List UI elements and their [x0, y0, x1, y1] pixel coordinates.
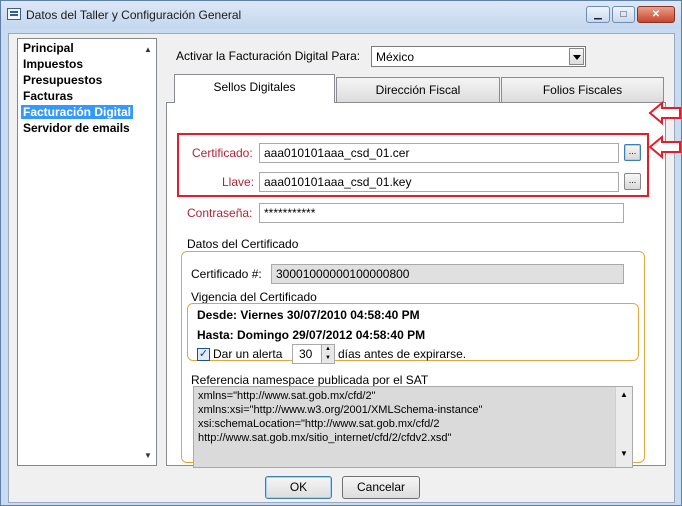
- namespace-textarea[interactable]: xmlns="http://www.sat.gob.mx/cfd/2" xmln…: [193, 386, 633, 468]
- sidebar-scroll-up-icon[interactable]: ▲: [144, 45, 152, 54]
- settings-panel: Activar la Facturación Digital Para: Méx…: [166, 38, 666, 468]
- validity-label: Vigencia del Certificado: [191, 290, 317, 304]
- alert-days-value: 30: [299, 347, 313, 361]
- namespace-line: xmlns="http://www.sat.gob.mx/cfd/2": [198, 390, 376, 402]
- certificate-field[interactable]: aaa010101aaa_csd_01.cer: [259, 143, 619, 163]
- arrow-left-icon: [648, 135, 681, 159]
- namespace-line: xmlns:xsi="http://www.w3.org/2001/XMLSch…: [198, 404, 483, 416]
- namespace-scrollbar[interactable]: ▲ ▼: [615, 387, 632, 467]
- dialog-window: Datos del Taller y Configuración General…: [0, 0, 682, 506]
- sidebar-list[interactable]: Principal Impuestos Presupuestos Factura…: [17, 38, 157, 466]
- key-field[interactable]: aaa010101aaa_csd_01.key: [259, 172, 619, 192]
- scroll-down-icon[interactable]: ▼: [616, 449, 632, 458]
- dialog-client-area: Principal Impuestos Presupuestos Factura…: [8, 33, 675, 503]
- sidebar-item-principal[interactable]: Principal: [21, 41, 76, 55]
- namespace-line: http://www.sat.gob.mx/sitio_internet/cfd…: [198, 432, 452, 444]
- alert-label: Dar un alerta: [213, 347, 283, 361]
- tab-direccion-fiscal[interactable]: Dirección Fiscal: [336, 77, 500, 102]
- maximize-button[interactable]: □: [612, 6, 635, 23]
- tab-sellos-digitales[interactable]: Sellos Digitales: [174, 74, 335, 103]
- sidebar-scroll-down-icon[interactable]: ▼: [144, 451, 152, 460]
- password-label: Contraseña:: [187, 206, 253, 220]
- certificate-label: Certificado:: [192, 146, 253, 160]
- cancel-button[interactable]: Cancelar: [342, 476, 420, 499]
- close-button[interactable]: ✕: [637, 6, 675, 23]
- password-field[interactable]: ***********: [259, 203, 624, 223]
- window-title: Datos del Taller y Configuración General: [26, 8, 242, 22]
- country-select-value: México: [376, 50, 415, 64]
- browse-key-button[interactable]: ...: [624, 173, 641, 190]
- ok-button[interactable]: OK: [265, 476, 332, 499]
- sidebar-item-impuestos[interactable]: Impuestos: [21, 57, 85, 71]
- chevron-down-icon[interactable]: [569, 48, 584, 65]
- alert-suffix: días antes de expirarse.: [338, 347, 467, 361]
- certificate-data-label: Datos del Certificado: [187, 237, 299, 251]
- minimize-button[interactable]: ▁: [586, 6, 610, 23]
- tab-page-sellos: Certificado: aaa010101aaa_csd_01.cer ...…: [166, 102, 666, 468]
- sidebar-item-facturas[interactable]: Facturas: [21, 89, 75, 103]
- tab-folios-fiscales[interactable]: Folios Fiscales: [501, 77, 664, 102]
- sidebar-item-servidor-emails[interactable]: Servidor de emails: [21, 121, 132, 135]
- browse-certificate-button[interactable]: ...: [624, 144, 641, 161]
- alert-days-stepper[interactable]: 30 ▲ ▼: [292, 344, 335, 364]
- key-label: Llave:: [222, 175, 255, 189]
- sidebar-item-facturacion-digital[interactable]: Facturación Digital: [21, 105, 134, 119]
- sidebar-item-presupuestos[interactable]: Presupuestos: [21, 73, 104, 87]
- certificate-number-label: Certificado #:: [191, 267, 262, 281]
- title-bar[interactable]: Datos del Taller y Configuración General…: [1, 1, 681, 29]
- stepper-arrows-icon[interactable]: ▲ ▼: [321, 345, 334, 363]
- scroll-up-icon[interactable]: ▲: [616, 390, 632, 399]
- alert-checkbox[interactable]: ✓: [197, 348, 210, 361]
- app-icon: [7, 8, 21, 20]
- namespace-label: Referencia namespace publicada por el SA…: [191, 373, 429, 387]
- arrow-left-icon: [648, 101, 681, 125]
- validity-to: Hasta: Domingo 29/07/2012 04:58:40 PM: [197, 328, 426, 342]
- certificate-number-field: 30001000000100000800: [271, 264, 624, 284]
- country-select[interactable]: México: [371, 46, 586, 67]
- namespace-line: xsi:schemaLocation="http://www.sat.gob.m…: [198, 418, 440, 430]
- activation-label: Activar la Facturación Digital Para:: [176, 49, 361, 63]
- validity-from: Desde: Viernes 30/07/2010 04:58:40 PM: [197, 308, 420, 322]
